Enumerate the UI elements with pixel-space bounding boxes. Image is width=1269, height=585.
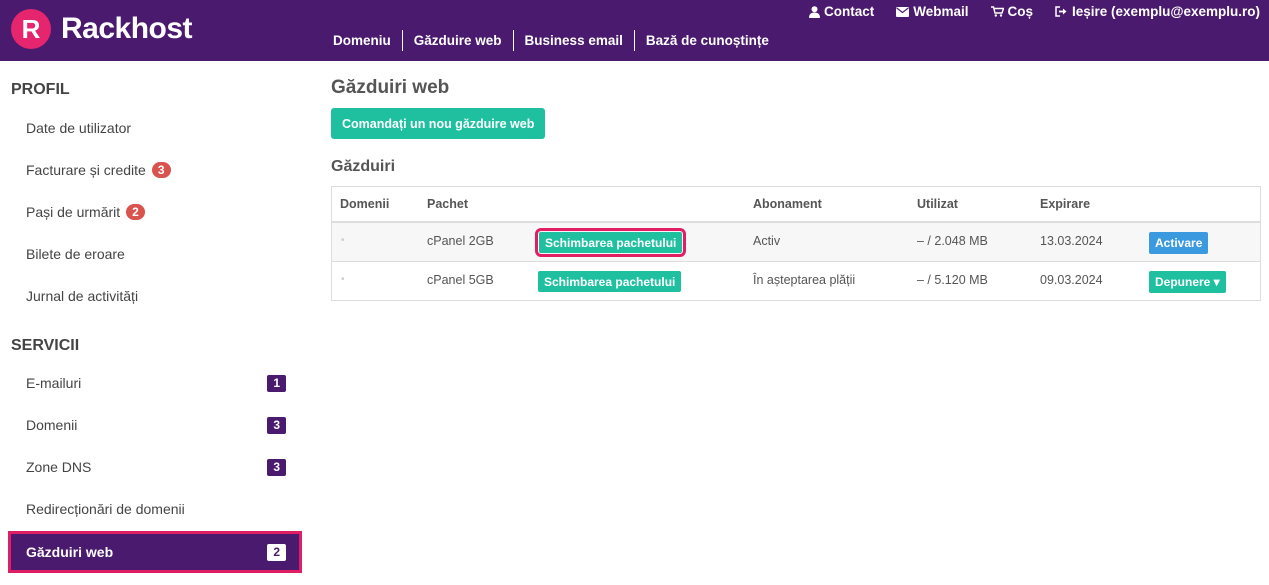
usage-cell: – / 2.048 MB: [917, 234, 988, 248]
sidebar-item-label: Găzduiri web: [26, 544, 114, 560]
webmail-link[interactable]: Webmail: [896, 4, 969, 19]
services-heading: SERVICII: [11, 337, 80, 354]
sidebar-item-label: Bilete de eroare: [26, 246, 125, 262]
sidebar-item-jurnal[interactable]: Jurnal de activități: [11, 278, 299, 314]
sidebar-item-label: Redirecționări de domenii: [26, 501, 185, 517]
activate-button[interactable]: Activare: [1149, 232, 1209, 254]
top-header: R Rackhost Contact Webmail Coș Ieșire (e…: [0, 0, 1269, 61]
sidebar-item-gazduiri-web[interactable]: Găzduiri web 2: [8, 531, 302, 573]
change-package-button[interactable]: Schimbarea pachetului: [534, 228, 687, 257]
count-badge: 1: [267, 374, 286, 392]
sidebar-item-zone-dns[interactable]: Zone DNS 3: [11, 449, 299, 485]
nav-domeniu[interactable]: Domeniu: [322, 30, 402, 51]
domain-cell[interactable]: •: [341, 274, 345, 285]
sidebar-item-emailuri[interactable]: E-mailuri 1: [11, 365, 299, 401]
sidebar-item-label: Zone DNS: [26, 459, 92, 475]
sidebar-item-label: Jurnal de activități: [26, 288, 139, 304]
section-title: Găzduiri: [331, 158, 396, 175]
package-cell: cPanel 2GB: [427, 234, 494, 248]
sidebar-item-label: E-mailuri: [26, 375, 82, 391]
rackhost-logo[interactable]: R Rackhost: [11, 9, 193, 49]
sidebar-item-domenii[interactable]: Domenii 3: [11, 407, 299, 443]
table-header: Domenii Pachet Abonament Utilizat Expira…: [332, 187, 1260, 223]
sidebar-item-facturare[interactable]: Facturare și credite 3: [11, 152, 299, 188]
header-expirare[interactable]: Expirare: [1040, 197, 1090, 211]
table-row: • cPanel 2GB Schimbarea pachetului Activ…: [332, 223, 1260, 262]
logout-icon: [1055, 6, 1067, 17]
sidebar-item-bilete[interactable]: Bilete de eroare: [11, 236, 299, 272]
domain-cell[interactable]: •: [341, 235, 345, 246]
table-row: • cPanel 5GB Schimbarea pachetului În aș…: [332, 262, 1260, 300]
page-title: Găzduiri web: [331, 77, 450, 98]
profile-heading: PROFIL: [11, 81, 70, 98]
count-badge: 3: [267, 458, 286, 476]
main-nav: Domeniu Găzduire web Business email Bază…: [322, 30, 780, 51]
logout-link[interactable]: Ieșire (exemplu@exemplu.ro): [1055, 4, 1260, 19]
header-utilizat[interactable]: Utilizat: [917, 197, 958, 211]
count-badge: 3: [151, 162, 171, 178]
logout-label: Ieșire (exemplu@exemplu.ro): [1072, 4, 1260, 19]
nav-baza-cunostinte[interactable]: Bază de cunoștințe: [633, 30, 780, 51]
hosting-table: Domenii Pachet Abonament Utilizat Expira…: [331, 186, 1261, 301]
header-pachet[interactable]: Pachet: [427, 197, 468, 211]
contact-link[interactable]: Contact: [808, 4, 875, 19]
subscription-cell: Activ: [753, 234, 781, 248]
expiry-cell: 09.03.2024: [1040, 273, 1103, 287]
package-cell: cPanel 5GB: [427, 273, 494, 287]
webmail-label: Webmail: [913, 4, 969, 19]
sidebar-item-date-utilizator[interactable]: Date de utilizator: [11, 110, 299, 146]
logo-text: Rackhost: [61, 12, 193, 45]
usage-cell: – / 5.120 MB: [917, 273, 988, 287]
contact-label: Contact: [823, 4, 875, 19]
sidebar-item-label: Date de utilizator: [26, 120, 132, 136]
sidebar-item-label: Pași de urmărit: [26, 204, 121, 220]
order-hosting-button[interactable]: Comandați un nou găzduire web: [331, 108, 546, 139]
deposit-dropdown-button[interactable]: Depunere ▾: [1149, 271, 1226, 293]
nav-business-email[interactable]: Business email: [512, 30, 634, 51]
user-icon: [808, 5, 820, 18]
change-package-button[interactable]: Schimbarea pachetului: [538, 271, 682, 292]
sidebar-item-label: Domenii: [26, 417, 78, 433]
sidebar-item-pasi[interactable]: Pași de urmărit 2: [11, 194, 299, 230]
header-abonament[interactable]: Abonament: [753, 197, 822, 211]
nav-gazduire-web[interactable]: Găzduire web: [401, 30, 513, 51]
expiry-cell: 13.03.2024: [1040, 234, 1103, 248]
sidebar-item-label: Facturare și credite: [26, 162, 146, 178]
logo-mark: R: [11, 9, 51, 49]
count-badge: 3: [267, 416, 286, 434]
envelope-icon: [896, 6, 910, 17]
count-badge: 2: [126, 204, 145, 220]
subscription-cell: În așteptarea plății: [753, 273, 856, 287]
cart-link[interactable]: Coș: [990, 4, 1034, 19]
cart-icon: [990, 6, 1004, 17]
sidebar-item-redirectionari[interactable]: Redirecționări de domenii: [11, 491, 299, 527]
count-badge: 2: [267, 543, 286, 561]
top-links: Contact Webmail Coș Ieșire (exemplu@exem…: [787, 4, 1260, 19]
cart-label: Coș: [1007, 4, 1034, 19]
header-domenii[interactable]: Domenii: [340, 197, 389, 211]
